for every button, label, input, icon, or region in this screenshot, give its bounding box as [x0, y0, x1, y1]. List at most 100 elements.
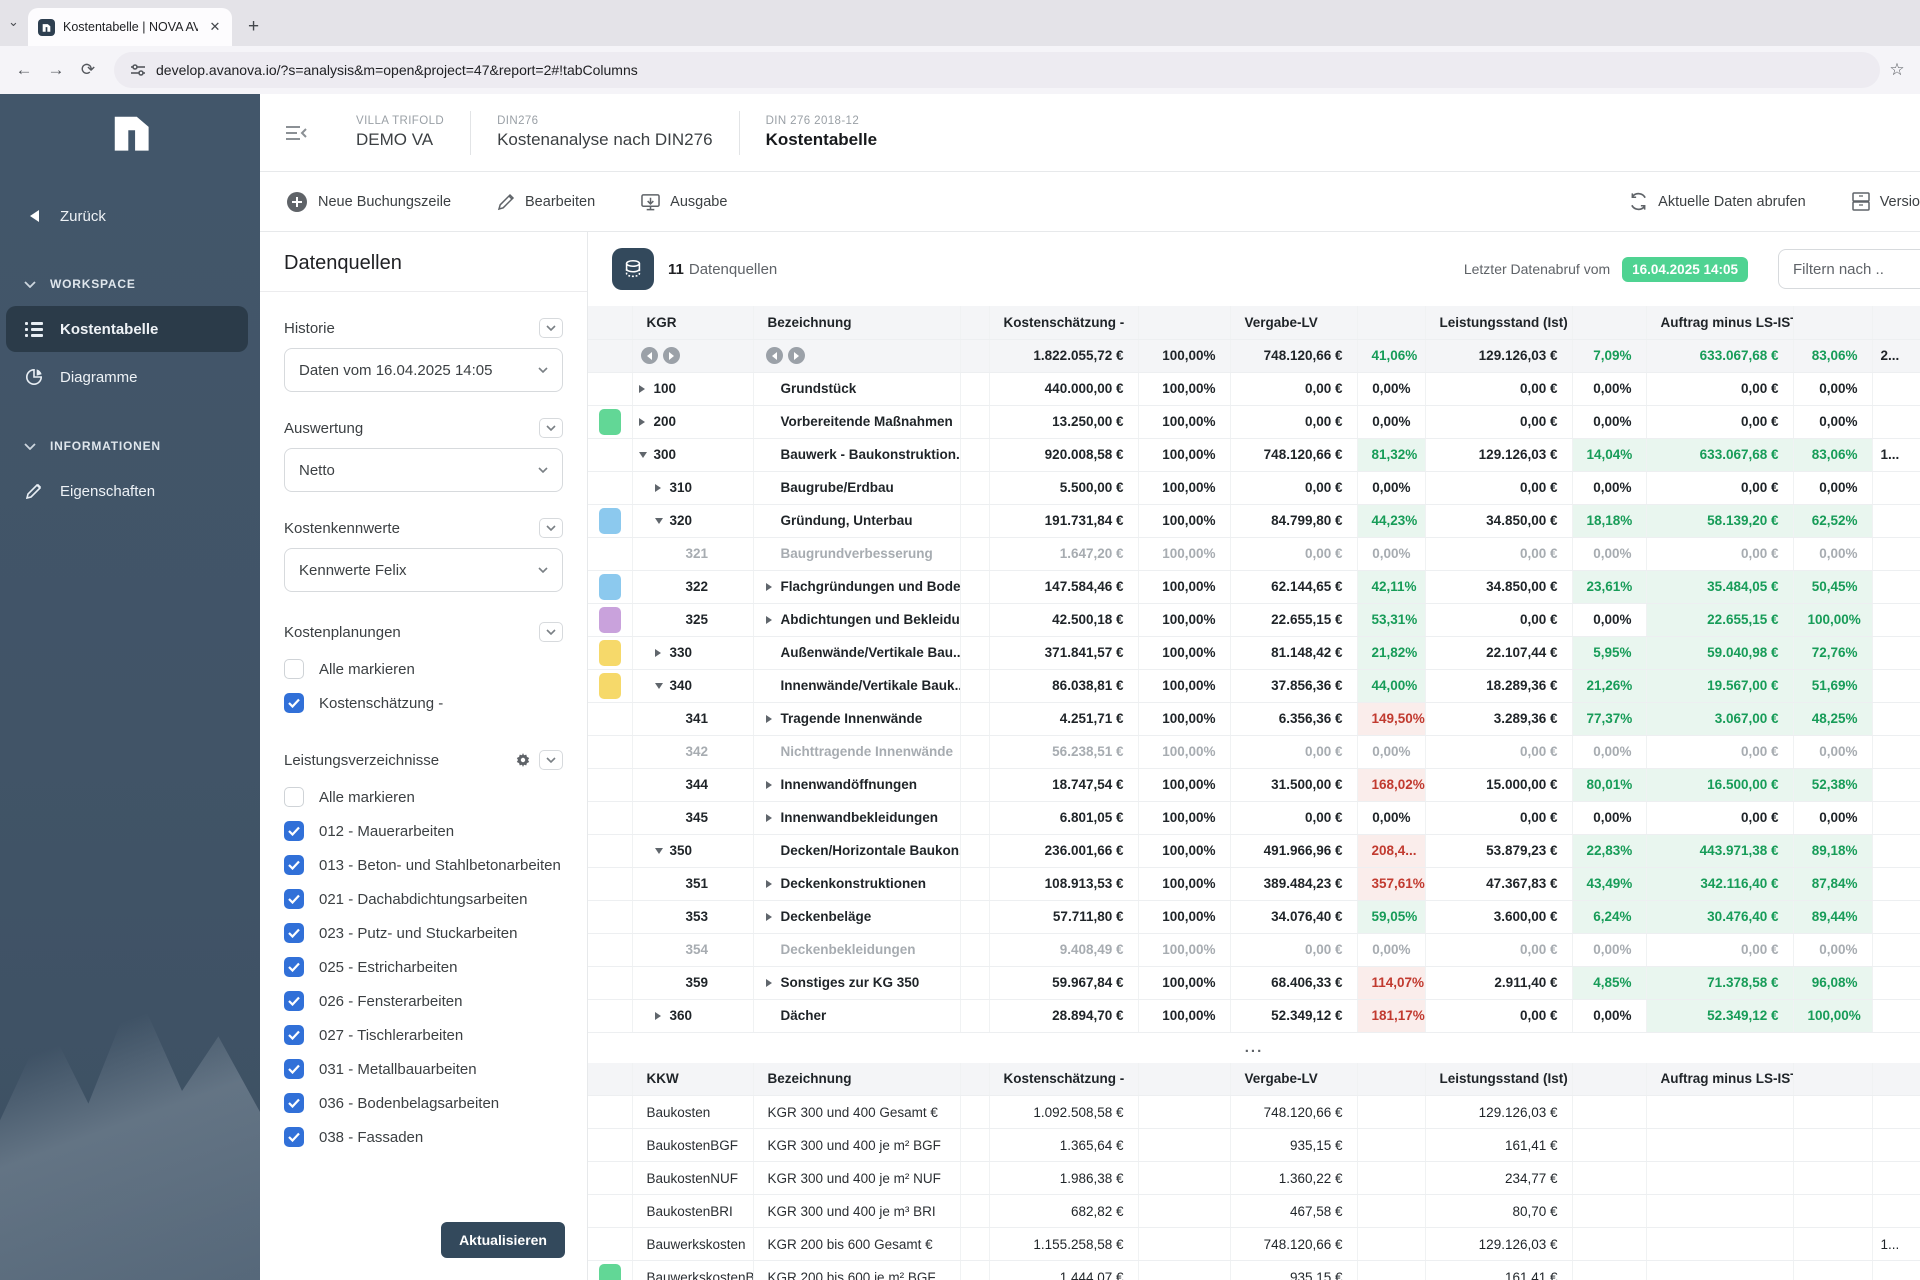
toolbar-button-neue-buchungszeile[interactable]: Neue Buchungszeile — [286, 191, 451, 213]
bookmark-star-icon[interactable]: ☆ — [1884, 57, 1910, 83]
cost-row-342[interactable]: 342Nichttragende Innenwände56.238,51 €10… — [588, 735, 1920, 768]
expander-closed-icon[interactable] — [639, 418, 654, 426]
filter-select-auswertung[interactable]: Netto — [284, 448, 563, 492]
checkbox-row[interactable]: 027 - Tischlerarbeiten — [284, 1018, 563, 1052]
browser-tab[interactable]: Kostentabelle | NOVA AVA [DEV ✕ — [28, 8, 232, 46]
checkbox-checked[interactable] — [284, 855, 304, 875]
checkbox-row[interactable]: 038 - Fassaden — [284, 1120, 563, 1154]
expander-closed-icon[interactable] — [766, 583, 781, 591]
site-settings-icon[interactable] — [130, 62, 146, 78]
breadcrumb-item[interactable]: DIN276Kostenanalyse nach DIN276 — [471, 115, 738, 150]
checkbox-row[interactable]: 023 - Putz- und Stuckarbeiten — [284, 916, 563, 950]
checkbox-checked[interactable] — [284, 957, 304, 977]
checkbox-row[interactable]: 021 - Dachabdichtungsarbeiten — [284, 882, 563, 916]
checkbox-checked[interactable] — [284, 991, 304, 1011]
toolbar-button-versio[interactable]: Versio — [1852, 192, 1920, 211]
checkbox-row[interactable]: 013 - Beton- und Stahlbetonarbeiten — [284, 848, 563, 882]
back-icon[interactable]: ← — [10, 56, 38, 84]
sidebar-back-button[interactable]: Zurück — [0, 194, 260, 238]
forward-icon[interactable]: → — [42, 56, 70, 84]
toolbar-button-ausgabe[interactable]: Ausgabe — [641, 193, 727, 211]
address-bar[interactable]: develop.avanova.io/?s=analysis&m=open&pr… — [114, 52, 1880, 88]
expander-closed-icon[interactable] — [766, 979, 781, 987]
expander-open-icon[interactable] — [639, 452, 654, 458]
cost-row-300[interactable]: 300Bauwerk - Baukonstruktion...920.008,5… — [588, 438, 1920, 471]
expander-closed-icon[interactable] — [766, 814, 781, 822]
nav-left-button[interactable] — [766, 347, 783, 364]
cost-row-350[interactable]: 350Decken/Horizontale Baukon...236.001,6… — [588, 834, 1920, 867]
cost-row-321[interactable]: 321Baugrundverbesserung1.647,20 €100,00%… — [588, 537, 1920, 570]
collapse-panel-icon[interactable] — [286, 125, 308, 141]
cost-row-320[interactable]: 320Gründung, Unterbau191.731,84 €100,00%… — [588, 504, 1920, 537]
table-filter-input[interactable]: Filtern nach .. — [1778, 249, 1920, 289]
cost-row-325[interactable]: 325Abdichtungen und Bekleidu...42.500,18… — [588, 603, 1920, 636]
checkbox-checked[interactable] — [284, 889, 304, 909]
expander-closed-icon[interactable] — [655, 649, 670, 657]
kkw-row-baukostennuf[interactable]: BaukostenNUFKGR 300 und 400 je m² NUF1.9… — [588, 1162, 1920, 1195]
checkbox-checked[interactable] — [284, 693, 304, 713]
kkw-row-bauwerkskosten[interactable]: BauwerkskostenKGR 200 bis 600 Gesamt €1.… — [588, 1228, 1920, 1261]
expander-closed-icon[interactable] — [766, 913, 781, 921]
nav-left-button[interactable] — [641, 347, 658, 364]
checkbox-checked[interactable] — [284, 923, 304, 943]
kkw-row-baukosten[interactable]: BaukostenKGR 300 und 400 Gesamt €1.092.5… — [588, 1096, 1920, 1129]
breadcrumb-item[interactable]: VILLA TRIFOLDDEMO VA — [330, 115, 470, 150]
checkbox-row[interactable]: 036 - Bodenbelagsarbeiten — [284, 1086, 563, 1120]
cost-row-345[interactable]: 345Innenwandbekleidungen6.801,05 €100,00… — [588, 801, 1920, 834]
checkbox-checked[interactable] — [284, 1025, 304, 1045]
collapse-chevron-icon[interactable] — [539, 518, 563, 538]
collapse-chevron-icon[interactable] — [539, 622, 563, 642]
expander-open-icon[interactable] — [655, 518, 670, 524]
expander-open-icon[interactable] — [655, 848, 670, 854]
cost-row-354[interactable]: 354Deckenbekleidungen9.408,49 €100,00%0,… — [588, 933, 1920, 966]
expander-closed-icon[interactable] — [766, 781, 781, 789]
expander-closed-icon[interactable] — [655, 484, 670, 492]
filter-select-kostenkennwerte[interactable]: Kennwerte Felix — [284, 548, 563, 592]
cost-row-330[interactable]: 330Außenwände/Vertikale Bau...371.841,57… — [588, 636, 1920, 669]
expander-open-icon[interactable] — [655, 683, 670, 689]
kkw-row-bauwerkskostenb[interactable]: BauwerkskostenBKGR 200 bis 600 je m² BGF… — [588, 1261, 1920, 1280]
filter-select-historie[interactable]: Daten vom 16.04.2025 14:05 — [284, 348, 563, 392]
apply-button[interactable]: Aktualisieren — [441, 1222, 565, 1258]
sidebar-section-header-informationen[interactable]: INFORMATIONEN — [0, 426, 260, 466]
checkbox-unchecked[interactable] — [284, 787, 304, 807]
tab-search-chevron-icon[interactable]: ⌄ — [8, 14, 19, 30]
toolbar-button-aktuelle-daten-abrufen[interactable]: Aktuelle Daten abrufen — [1629, 192, 1806, 211]
cost-row-310[interactable]: 310Baugrube/Erdbau5.500,00 €100,00%0,00 … — [588, 471, 1920, 504]
collapse-chevron-icon[interactable] — [539, 318, 563, 338]
nav-right-button[interactable] — [663, 347, 680, 364]
cost-row-351[interactable]: 351Deckenkonstruktionen108.913,53 €100,0… — [588, 867, 1920, 900]
checkbox-row[interactable]: Kostenschätzung - — [284, 686, 563, 720]
expander-closed-icon[interactable] — [766, 715, 781, 723]
sidebar-item-diagramme[interactable]: Diagramme — [6, 354, 248, 400]
tab-close-icon[interactable]: ✕ — [206, 18, 224, 36]
checkbox-checked[interactable] — [284, 1093, 304, 1113]
checkbox-row[interactable]: Alle markieren — [284, 652, 563, 686]
collapse-chevron-icon[interactable] — [539, 418, 563, 438]
expander-closed-icon[interactable] — [766, 880, 781, 888]
checkbox-row[interactable]: 012 - Mauerarbeiten — [284, 814, 563, 848]
checkbox-checked[interactable] — [284, 1059, 304, 1079]
cost-row-100[interactable]: 100Grundstück440.000,00 €100,00%0,00 €0,… — [588, 372, 1920, 405]
checkbox-row[interactable]: 031 - Metallbauarbeiten — [284, 1052, 563, 1086]
checkbox-row[interactable]: Alle markieren — [284, 780, 563, 814]
cost-row-340[interactable]: 340Innenwände/Vertikale Bauk...86.038,81… — [588, 669, 1920, 702]
new-tab-button[interactable]: + — [248, 16, 259, 38]
toolbar-button-bearbeiten[interactable]: Bearbeiten — [497, 193, 595, 211]
cost-row-322[interactable]: 322Flachgründungen und Bode...147.584,46… — [588, 570, 1920, 603]
kkw-row-baukostenbgf[interactable]: BaukostenBGFKGR 300 und 400 je m² BGF1.3… — [588, 1129, 1920, 1162]
cost-row-360[interactable]: 360Dächer28.894,70 €100,00%52.349,12 €18… — [588, 999, 1920, 1032]
cost-row-344[interactable]: 344Innenwandöffnungen18.747,54 €100,00%3… — [588, 768, 1920, 801]
checkbox-unchecked[interactable] — [284, 659, 304, 679]
collapse-chevron-icon[interactable] — [539, 750, 563, 770]
cost-row-341[interactable]: 341Tragende Innenwände4.251,71 €100,00%6… — [588, 702, 1920, 735]
expander-closed-icon[interactable] — [766, 616, 781, 624]
gear-icon[interactable] — [515, 752, 531, 768]
checkbox-row[interactable]: 025 - Estricharbeiten — [284, 950, 563, 984]
sidebar-item-eigenschaften[interactable]: Eigenschaften — [6, 468, 248, 514]
expander-closed-icon[interactable] — [639, 385, 654, 393]
breadcrumb-item[interactable]: DIN 276 2018-12Kostentabelle — [740, 115, 903, 150]
sidebar-section-header-workspace[interactable]: WORKSPACE — [0, 264, 260, 304]
cost-row-200[interactable]: 200Vorbereitende Maßnahmen13.250,00 €100… — [588, 405, 1920, 438]
sidebar-item-kostentabelle[interactable]: Kostentabelle — [6, 306, 248, 352]
